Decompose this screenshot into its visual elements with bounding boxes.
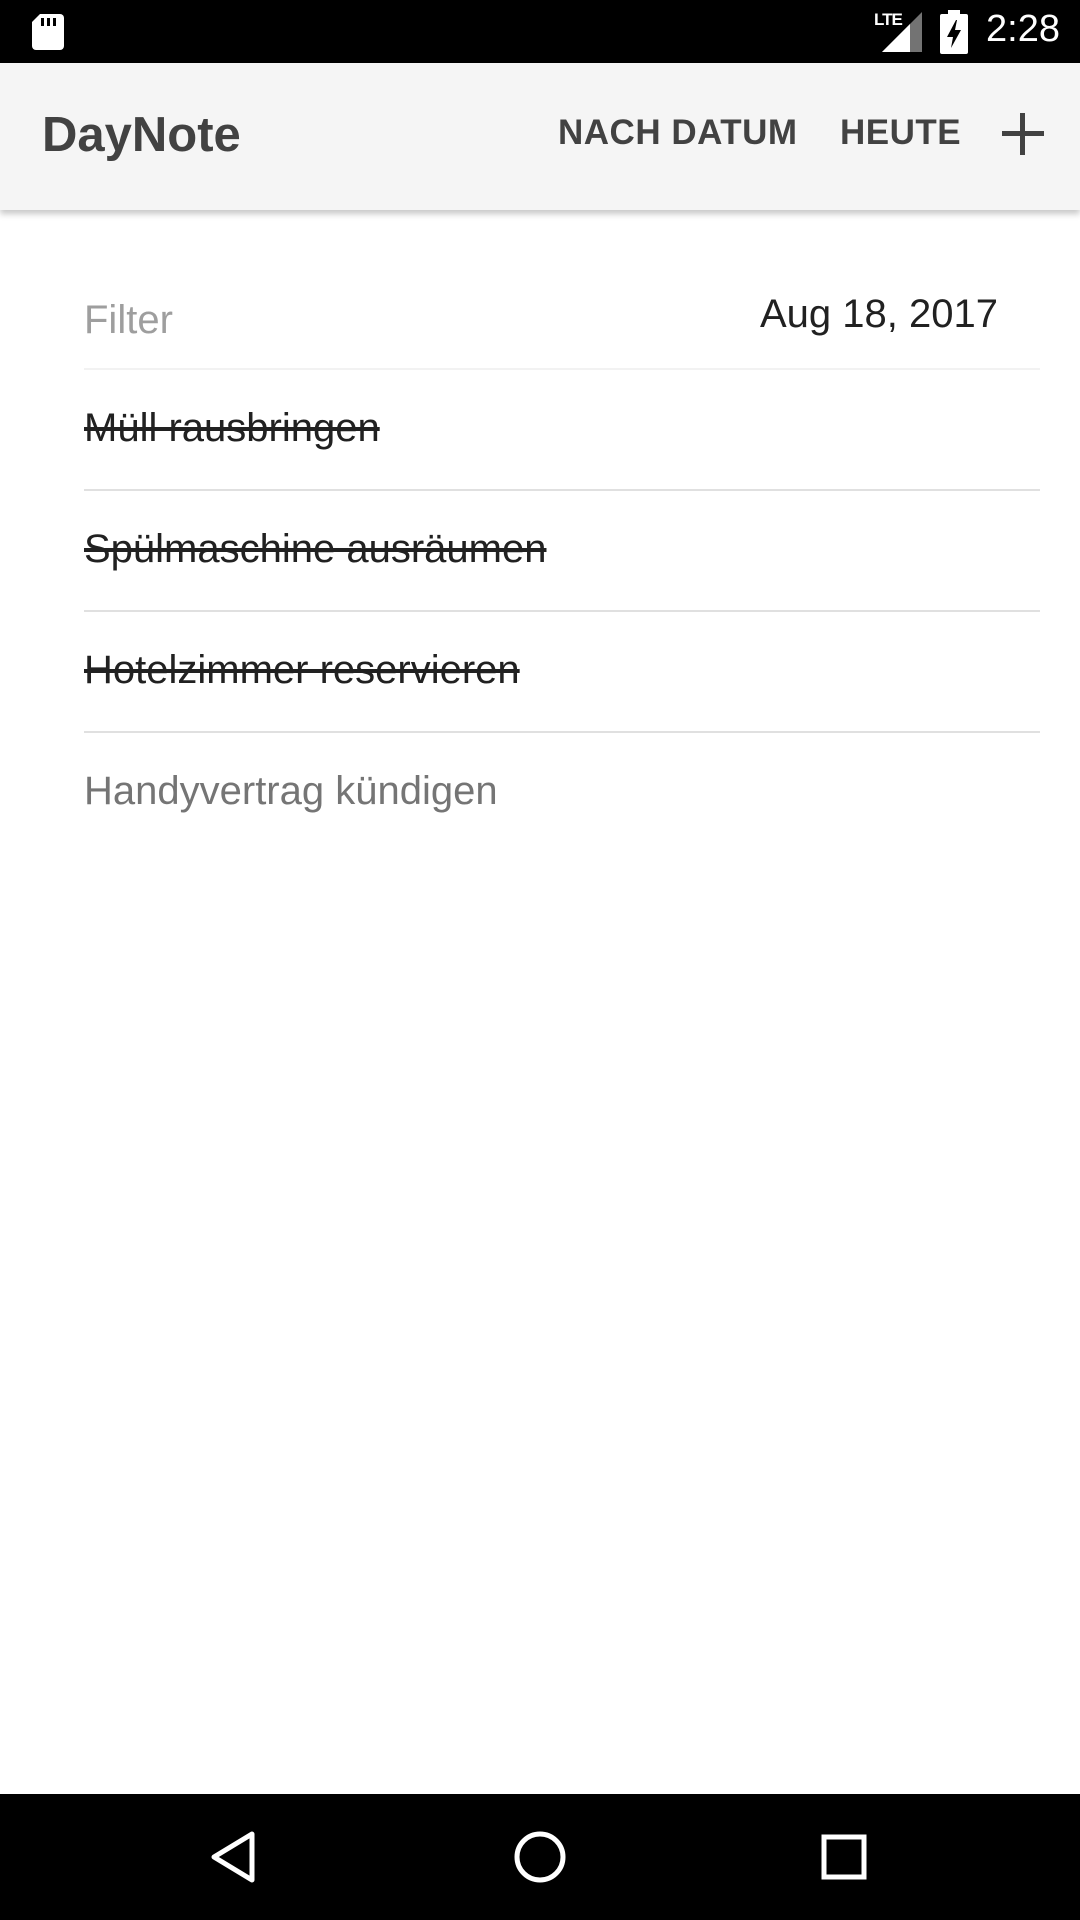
note-text: Spülmaschine ausräumen bbox=[84, 527, 547, 571]
status-bar: LTE 2:28 bbox=[0, 0, 1080, 63]
signal-icon bbox=[882, 12, 922, 52]
app-bar: DayNote NACH DATUM HEUTE bbox=[0, 63, 1080, 210]
recents-icon[interactable] bbox=[814, 1827, 874, 1887]
note-item[interactable]: Handyvertrag kündigen bbox=[84, 733, 1040, 854]
note-item[interactable]: Müll rausbringen bbox=[84, 370, 1040, 491]
note-item[interactable]: Hotelzimmer reservieren bbox=[84, 612, 1040, 733]
note-text: Handyvertrag kündigen bbox=[84, 769, 498, 813]
plus-icon[interactable] bbox=[1000, 111, 1046, 157]
status-clock: 2:28 bbox=[986, 8, 1060, 50]
note-text: Müll rausbringen bbox=[84, 406, 380, 450]
filter-input[interactable] bbox=[84, 270, 604, 370]
by-date-button[interactable]: NACH DATUM bbox=[558, 113, 798, 153]
note-list: Müll rausbringen Spülmaschine ausräumen … bbox=[84, 370, 1040, 854]
sd-card-icon bbox=[32, 14, 64, 50]
note-text: Hotelzimmer reservieren bbox=[84, 648, 520, 692]
app-title: DayNote bbox=[42, 108, 241, 162]
home-icon[interactable] bbox=[510, 1827, 570, 1887]
filter-row: Aug 18, 2017 bbox=[84, 270, 1040, 370]
today-button[interactable]: HEUTE bbox=[840, 113, 961, 153]
navigation-bar bbox=[0, 1794, 1080, 1920]
date-picker[interactable]: Aug 18, 2017 bbox=[760, 292, 998, 337]
screen: LTE 2:28 DayNote NACH DATUM HEUTE Aug 18… bbox=[0, 0, 1080, 1920]
battery-charging-icon bbox=[940, 10, 968, 54]
back-icon[interactable] bbox=[206, 1827, 266, 1887]
note-item[interactable]: Spülmaschine ausräumen bbox=[84, 491, 1040, 612]
